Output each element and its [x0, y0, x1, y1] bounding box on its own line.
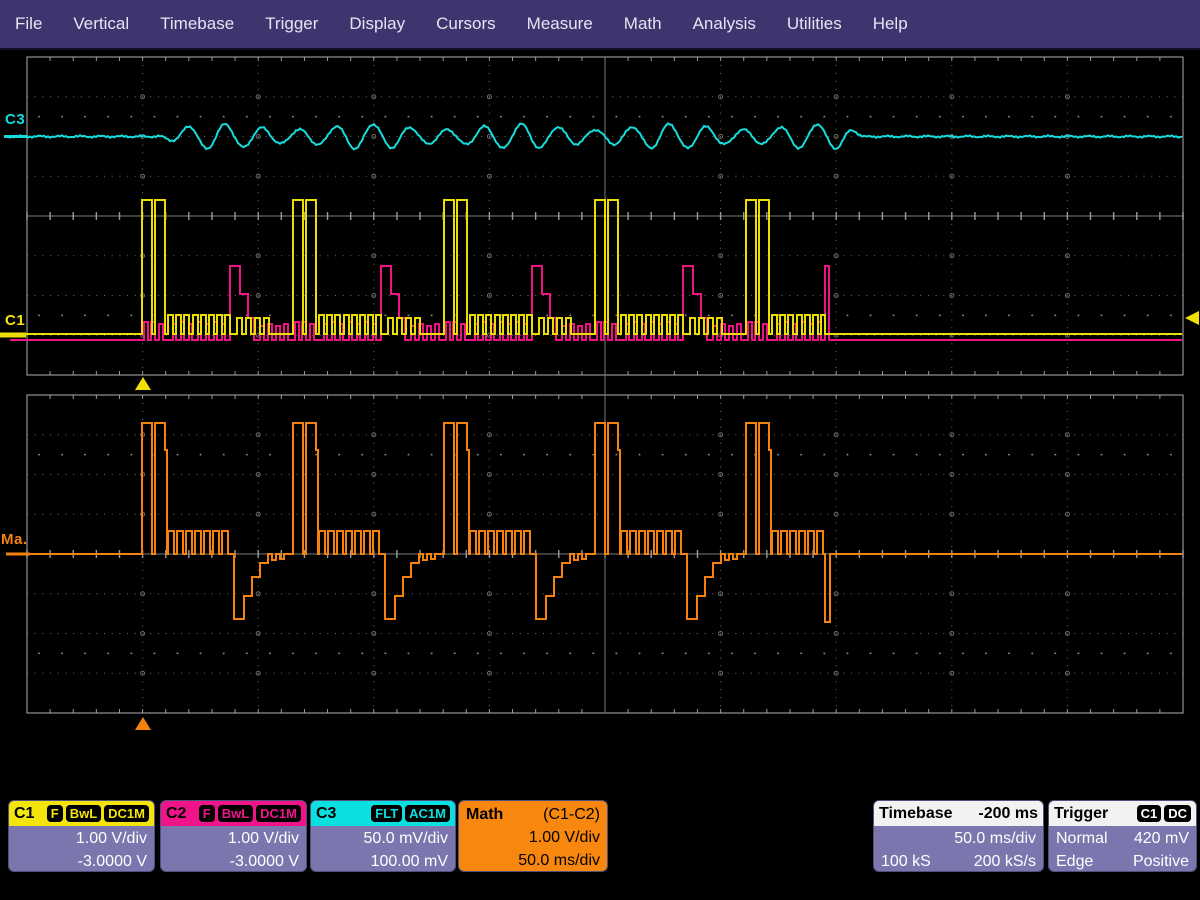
c2-descriptor-header: C2 F BwL DC1M — [161, 801, 306, 826]
trigger-header: Trigger C1 DC — [1049, 801, 1196, 826]
timebase-descriptor-box[interactable]: Timebase -200 ms 50.0 ms/div 100 kS 200 … — [873, 800, 1044, 872]
trigger-time-marker-top[interactable] — [135, 377, 151, 390]
c2-descriptor-box[interactable]: C2 F BwL DC1M 1.00 V/div -3.0000 V — [160, 800, 307, 872]
trigger-type: Edge — [1056, 850, 1093, 872]
math-trace — [10, 423, 1182, 622]
c3-descriptor-header: C3 FLT AC1M — [311, 801, 455, 826]
c2-coupling-badge-f: F — [199, 805, 215, 822]
timebase-scale: 50.0 ms/div — [881, 827, 1036, 850]
timebase-header: Timebase -200 ms — [874, 801, 1043, 826]
c1-descriptor-header: C1 F BwL DC1M — [9, 801, 154, 826]
math-source: (C1-C2) — [543, 803, 600, 826]
trigger-time-marker-bottom[interactable] — [135, 717, 151, 730]
timebase-rate: 200 kS/s — [974, 850, 1036, 872]
trigger-level-marker[interactable] — [1185, 311, 1199, 325]
timebase-offset: -200 ms — [978, 805, 1038, 823]
c2-descriptor-body: 1.00 V/div -3.0000 V — [161, 826, 306, 872]
c3-filter-badge: FLT — [371, 805, 402, 822]
trigger-title: Trigger — [1054, 805, 1108, 823]
timebase-samples: 100 kS — [881, 850, 931, 872]
c1-trace-label: C1 — [5, 312, 25, 329]
c3-badges: FLT AC1M — [371, 805, 450, 822]
c1-scale: 1.00 V/div — [16, 827, 147, 850]
c3-trace — [8, 123, 1182, 149]
trigger-descriptor-box[interactable]: Trigger C1 DC Normal 420 mV Edge Positiv… — [1048, 800, 1197, 872]
trigger-level: 420 mV — [1134, 827, 1189, 850]
math-title: Math — [466, 803, 503, 826]
c2-badges: F BwL DC1M — [199, 805, 301, 822]
trigger-badges: C1 DC — [1137, 805, 1191, 822]
c1-coupling-badge: DC1M — [104, 805, 149, 822]
c3-offset: 100.00 mV — [318, 850, 448, 872]
c3-title: C3 — [316, 805, 336, 823]
c3-descriptor-box[interactable]: C3 FLT AC1M 50.0 mV/div 100.00 mV — [310, 800, 456, 872]
trigger-body: Normal 420 mV Edge Positive — [1049, 826, 1196, 872]
c1-badges: F BwL DC1M — [47, 805, 149, 822]
c1-offset: -3.0000 V — [16, 850, 147, 872]
c3-descriptor-body: 50.0 mV/div 100.00 mV — [311, 826, 455, 872]
c2-title: C2 — [166, 805, 186, 823]
c1-trace — [10, 200, 1182, 334]
trigger-slope: Positive — [1133, 850, 1189, 872]
c2-bandwidth-badge: BwL — [218, 805, 253, 822]
c1-coupling-badge-f: F — [47, 805, 63, 822]
c1-title: C1 — [14, 805, 34, 823]
oscilloscope-screen: { "menu": { "items": [ {"label":"File"},… — [0, 0, 1200, 900]
math-scale: 1.00 V/div — [466, 826, 600, 849]
trigger-source-badge: C1 — [1137, 805, 1162, 822]
c1-descriptor-box[interactable]: C1 F BwL DC1M 1.00 V/div -3.0000 V — [8, 800, 155, 872]
c3-coupling-badge: AC1M — [405, 805, 450, 822]
trigger-mode: Normal — [1056, 827, 1108, 850]
c2-scale: 1.00 V/div — [168, 827, 299, 850]
c1-descriptor-body: 1.00 V/div -3.0000 V — [9, 826, 154, 872]
c1-bandwidth-badge: BwL — [66, 805, 101, 822]
c2-offset: -3.0000 V — [168, 850, 299, 872]
math-trace-label: Ma. — [1, 531, 28, 548]
math-descriptor-box[interactable]: Math (C1-C2) 1.00 V/div 50.0 ms/div — [458, 800, 608, 872]
trigger-coupling-badge: DC — [1164, 805, 1191, 822]
c3-scale: 50.0 mV/div — [318, 827, 448, 850]
waveform-display — [0, 0, 1200, 780]
timebase-title: Timebase — [879, 805, 953, 823]
timebase-body: 50.0 ms/div 100 kS 200 kS/s — [874, 826, 1043, 872]
math-timebase: 50.0 ms/div — [466, 849, 600, 872]
c2-coupling-badge: DC1M — [256, 805, 301, 822]
math-descriptor-body: Math (C1-C2) 1.00 V/div 50.0 ms/div — [459, 801, 607, 872]
c3-trace-label: C3 — [5, 111, 25, 128]
